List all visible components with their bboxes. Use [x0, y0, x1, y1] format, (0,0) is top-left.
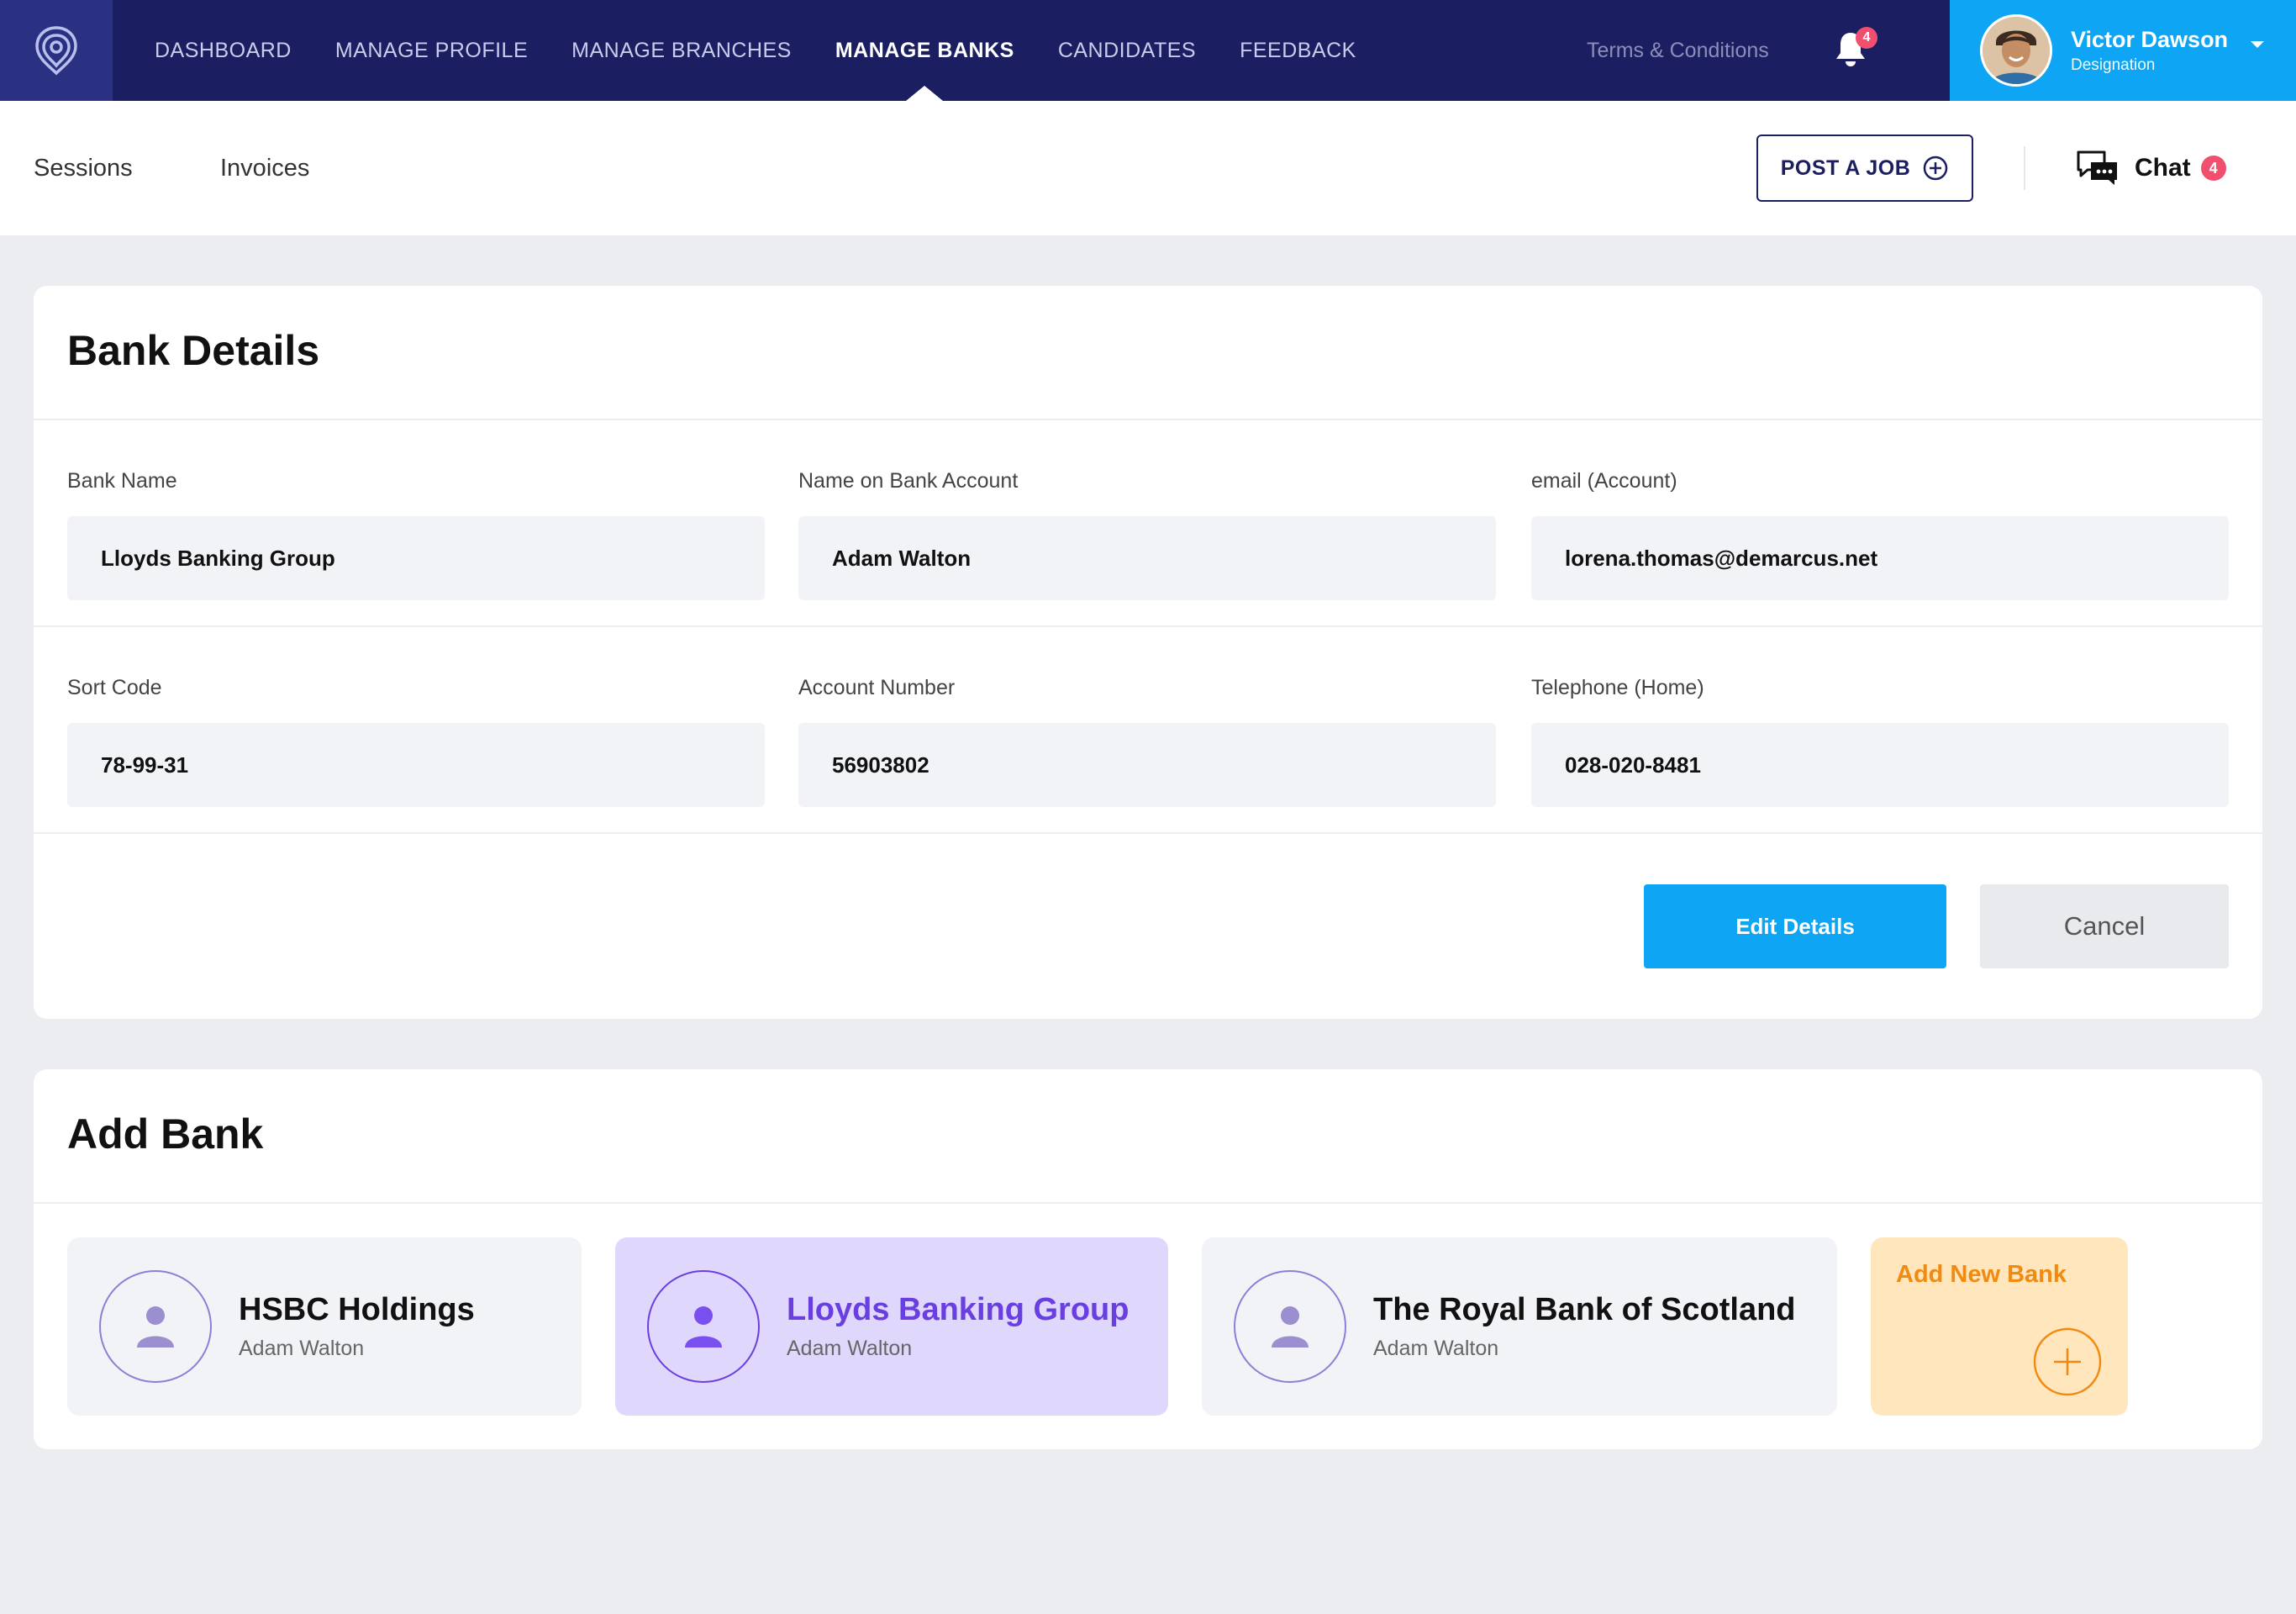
nav-item-dashboard[interactable]: DASHBOARD	[155, 0, 292, 101]
post-job-button[interactable]: POST A JOB	[1756, 134, 1973, 202]
user-name: Victor Dawson	[2071, 26, 2229, 52]
bank-details-card: Bank Details Bank Name Name on Bank Acco…	[34, 286, 2262, 1019]
user-icon	[137, 1306, 174, 1348]
sort-code-field-group: Sort Code	[67, 676, 765, 807]
divider	[34, 1202, 2262, 1204]
page-title: Bank Details	[67, 327, 320, 374]
chevron-down-icon[interactable]	[2249, 39, 2266, 50]
terms-link[interactable]: Terms & Conditions	[1587, 0, 1769, 101]
avatar	[1980, 14, 2052, 87]
tab-invoices[interactable]: Invoices	[220, 101, 309, 235]
edit-details-button[interactable]: Edit Details	[1644, 884, 1946, 968]
divider	[2024, 146, 2025, 190]
sort-code-input[interactable]	[67, 723, 765, 807]
telephone-field-group: Telephone (Home)	[1531, 676, 2229, 807]
add-new-bank-label: Add New Bank	[1896, 1261, 2067, 1288]
bank-name: The Royal Bank of Scotland	[1373, 1292, 1796, 1327]
bank-holder: Adam Walton	[787, 1337, 913, 1360]
email-label: email (Account)	[1531, 469, 1677, 493]
nav-item-candidates[interactable]: CANDIDATES	[1058, 0, 1196, 101]
divider	[34, 625, 2262, 627]
user-icon	[1272, 1306, 1309, 1348]
user-menu[interactable]: Victor Dawson Designation	[1950, 0, 2296, 101]
account-name-input[interactable]	[798, 516, 1496, 600]
bank-tile-rbs[interactable]: The Royal Bank of Scotland Adam Walton	[1202, 1237, 1837, 1416]
top-navigation: DASHBOARD MANAGE PROFILE MANAGE BRANCHES…	[0, 0, 2296, 101]
tab-sessions[interactable]: Sessions	[34, 101, 133, 235]
bank-holder: Adam Walton	[1373, 1337, 1499, 1360]
bank-name-label: Bank Name	[67, 469, 177, 493]
plus-circle-icon	[1924, 156, 1948, 181]
account-number-input[interactable]	[798, 723, 1496, 807]
bank-tile-hsbc[interactable]: HSBC Holdings Adam Walton	[67, 1237, 582, 1416]
nav-item-manage-branches[interactable]: MANAGE BRANCHES	[571, 0, 792, 101]
email-input[interactable]	[1531, 516, 2229, 600]
bank-name: Lloyds Banking Group	[787, 1292, 1130, 1327]
account-number-label: Account Number	[798, 676, 956, 699]
account-name-label: Name on Bank Account	[798, 469, 1019, 493]
bank-avatar	[1234, 1270, 1346, 1383]
chat-label: Chat	[2135, 154, 2191, 182]
sort-code-label: Sort Code	[67, 676, 162, 699]
post-job-label: POST A JOB	[1780, 156, 1911, 180]
divider	[34, 419, 2262, 420]
chat-bubbles-icon	[2077, 150, 2117, 185]
location-pin-logo-icon	[35, 26, 77, 76]
add-bank-title: Add Bank	[67, 1110, 264, 1158]
nav-item-manage-profile[interactable]: MANAGE PROFILE	[335, 0, 528, 101]
chat-button[interactable]: Chat 4	[2076, 101, 2226, 235]
chat-count-badge: 4	[2200, 156, 2226, 181]
cancel-button[interactable]: Cancel	[1980, 884, 2229, 968]
nav-item-feedback[interactable]: FEEDBACK	[1240, 0, 1356, 101]
plus-circle-icon	[2033, 1327, 2102, 1396]
nav-item-manage-banks[interactable]: MANAGE BANKS	[835, 0, 1014, 101]
telephone-input[interactable]	[1531, 723, 2229, 807]
telephone-label: Telephone (Home)	[1531, 676, 1704, 699]
bank-avatar	[647, 1270, 760, 1383]
bank-holder: Adam Walton	[239, 1337, 365, 1360]
add-bank-card: Add Bank HSBC Holdings Adam Walton Lloyd…	[34, 1069, 2262, 1449]
user-icon	[685, 1306, 722, 1348]
email-field-group: email (Account)	[1531, 469, 2229, 600]
bank-name-field-group: Bank Name	[67, 469, 765, 600]
bank-tile-lloyds[interactable]: Lloyds Banking Group Adam Walton	[615, 1237, 1168, 1416]
app-logo[interactable]	[0, 0, 113, 101]
bank-avatar	[99, 1270, 212, 1383]
user-designation: Designation	[2071, 55, 2156, 74]
bank-name-input[interactable]	[67, 516, 765, 600]
user-photo-icon	[1983, 17, 2050, 84]
account-number-field-group: Account Number	[798, 676, 1496, 807]
notification-count-badge: 4	[1856, 27, 1877, 49]
account-name-field-group: Name on Bank Account	[798, 469, 1496, 600]
add-new-bank-button[interactable]: Add New Bank	[1871, 1237, 2128, 1416]
divider	[34, 832, 2262, 834]
sub-navigation: Sessions Invoices POST A JOB Chat 4	[0, 101, 2296, 235]
bank-name: HSBC Holdings	[239, 1292, 475, 1327]
notifications-button[interactable]: 4	[1834, 27, 1877, 71]
